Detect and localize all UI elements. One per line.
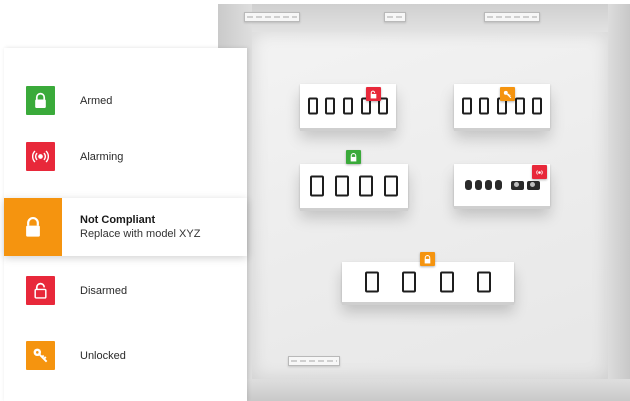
tablet-device[interactable] xyxy=(365,271,380,293)
armed-status-icon xyxy=(26,86,55,115)
lock-closed-icon xyxy=(350,152,357,161)
legend-item-not-compliant[interactable]: Not Compliant Replace with model XYZ xyxy=(4,198,247,256)
alarm-signal-icon xyxy=(536,169,543,175)
status-tag-not-compliant[interactable] xyxy=(420,252,435,266)
legend-item-armed[interactable]: Armed xyxy=(4,72,247,130)
floor-mat xyxy=(288,356,340,366)
watch-device[interactable] xyxy=(494,180,502,190)
ceiling-light xyxy=(384,12,406,22)
legend-label: Alarming xyxy=(80,151,124,163)
phone-device[interactable] xyxy=(479,97,490,115)
disarmed-status-icon xyxy=(26,276,55,305)
phone-device[interactable] xyxy=(461,97,472,115)
store-floor-plan xyxy=(218,4,630,401)
tablet-device[interactable] xyxy=(439,271,454,293)
watch-device[interactable] xyxy=(464,180,472,190)
not-compliant-status-icon xyxy=(4,198,62,256)
unlocked-status-icon xyxy=(26,341,55,370)
legend-item-unlocked[interactable]: Unlocked xyxy=(4,327,247,385)
key-icon xyxy=(33,348,48,363)
ceiling-light xyxy=(244,12,300,22)
key-icon xyxy=(503,90,512,98)
tablet-device[interactable] xyxy=(310,175,325,197)
wall-bottom xyxy=(218,379,630,401)
lock-closed-icon xyxy=(35,92,46,108)
phone-device[interactable] xyxy=(307,97,318,115)
legend-item-disarmed[interactable]: Disarmed xyxy=(4,262,247,320)
phone-device[interactable] xyxy=(342,97,353,115)
watch-device[interactable] xyxy=(484,180,492,190)
device-row xyxy=(454,180,550,190)
tablet-device[interactable] xyxy=(383,175,398,197)
status-tag-unlocked[interactable] xyxy=(500,87,515,101)
camera-device[interactable] xyxy=(510,180,524,190)
legend-item-alarming[interactable]: Alarming xyxy=(4,128,247,186)
legend-label: Unlocked xyxy=(80,350,126,362)
status-tag-disarmed[interactable] xyxy=(366,87,381,101)
status-tag-armed[interactable] xyxy=(346,150,361,164)
phone-device[interactable] xyxy=(325,97,336,115)
watch-device[interactable] xyxy=(474,180,482,190)
ceiling-light xyxy=(484,12,540,22)
tablet-device[interactable] xyxy=(334,175,349,197)
device-row xyxy=(300,175,408,197)
display-table-top-right[interactable] xyxy=(454,84,550,131)
display-table-top-left[interactable] xyxy=(300,84,396,131)
display-table-bottom[interactable] xyxy=(342,252,514,305)
display-table-middle-left[interactable] xyxy=(300,150,408,211)
lock-closed-icon xyxy=(424,254,431,263)
tablet-device[interactable] xyxy=(402,271,417,293)
alarm-signal-icon xyxy=(32,150,49,163)
legend-label-group: Not Compliant Replace with model XYZ xyxy=(80,214,200,240)
device-row xyxy=(300,97,396,115)
wall-right xyxy=(608,4,630,401)
phone-device[interactable] xyxy=(514,97,525,115)
legend-subtitle: Replace with model XYZ xyxy=(80,228,201,240)
lock-closed-icon xyxy=(26,217,40,237)
tablet-device[interactable] xyxy=(476,271,491,293)
legend-title: Not Compliant xyxy=(80,214,156,226)
tablet-device[interactable] xyxy=(359,175,374,197)
status-tag-alarming[interactable] xyxy=(532,165,547,179)
device-row xyxy=(342,271,514,293)
display-table-middle-right[interactable] xyxy=(454,164,550,209)
alarming-status-icon xyxy=(26,142,55,171)
phone-device[interactable] xyxy=(532,97,543,115)
legend-label: Armed xyxy=(80,95,113,107)
legend-label: Disarmed xyxy=(80,285,128,297)
status-legend-panel: Armed Alarming Not Compliant Replace wit… xyxy=(4,48,247,401)
lock-open-icon xyxy=(34,282,47,299)
lock-open-icon xyxy=(370,90,377,98)
camera-device[interactable] xyxy=(526,180,540,190)
